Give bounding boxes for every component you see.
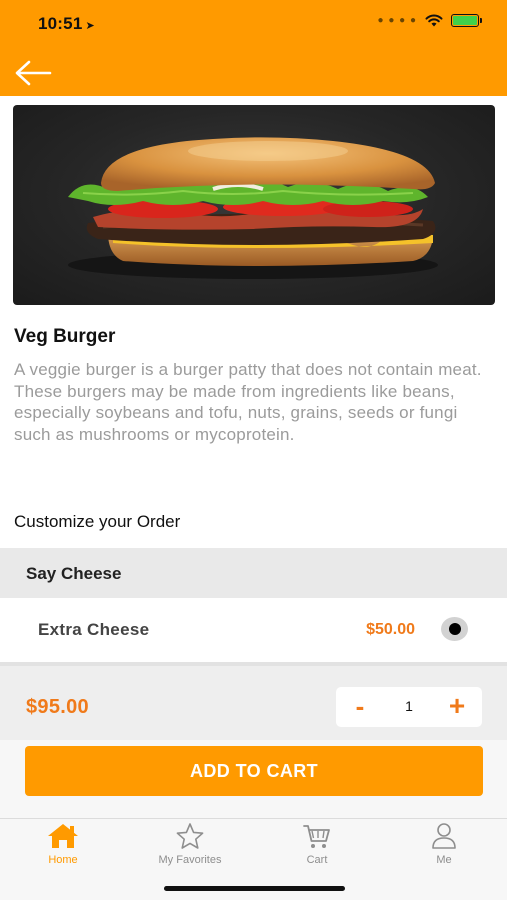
home-icon: [48, 824, 78, 848]
signal-dots-icon: ● ● ● ●: [377, 15, 417, 26]
option-group-header: Say Cheese: [0, 548, 507, 598]
add-to-cart-area: ADD TO CART: [0, 740, 507, 818]
product-image: [13, 105, 495, 305]
radio-selected-dot: [449, 623, 461, 635]
tab-my-favorites[interactable]: My Favorites: [127, 822, 253, 872]
customize-label: Customize your Order: [14, 512, 181, 531]
tab-my-favorites-label: My Favorites: [158, 854, 222, 866]
increase-quantity-button[interactable]: +: [444, 692, 470, 720]
option-group-title: Say Cheese: [26, 564, 122, 583]
option-name: Extra Cheese: [38, 620, 150, 639]
star-icon: [176, 823, 204, 849]
decrease-quantity-button[interactable]: -: [350, 693, 370, 719]
status-bar: 10:51 ➤ ● ● ● ●: [0, 0, 507, 50]
total-price: $95.00: [26, 696, 89, 718]
tab-me-label: Me: [436, 854, 452, 866]
wifi-icon: [425, 14, 443, 27]
quantity-stepper: - 1 +: [336, 687, 482, 727]
status-time: 10:51 ➤: [38, 14, 95, 34]
tab-home-label: Home: [48, 854, 78, 866]
burger-illustration: [68, 137, 438, 279]
person-icon: [432, 823, 456, 849]
back-arrow-icon: [15, 60, 52, 86]
battery-icon: [451, 14, 482, 27]
option-radio-button[interactable]: [441, 617, 468, 641]
quantity-value: 1: [405, 698, 413, 714]
option-row-extra-cheese[interactable]: Extra Cheese $50.00: [0, 598, 507, 662]
product-title: Veg Burger: [14, 326, 116, 347]
add-to-cart-button[interactable]: ADD TO CART: [25, 746, 483, 796]
nav-bar: [0, 50, 507, 96]
tab-cart-label: Cart: [306, 854, 328, 866]
back-button[interactable]: [12, 59, 54, 87]
home-indicator: [164, 886, 345, 891]
option-price: $50.00: [366, 621, 415, 638]
tab-cart[interactable]: Cart: [254, 822, 380, 872]
tab-home[interactable]: Home: [0, 822, 126, 872]
tab-me[interactable]: Me: [381, 822, 507, 872]
status-time-text: 10:51: [38, 14, 83, 33]
product-description: A veggie burger is a burger patty that d…: [14, 360, 482, 444]
cart-icon: [303, 825, 330, 848]
status-indicators: ● ● ● ●: [377, 14, 482, 27]
total-bar: $95.00 - 1 +: [0, 662, 507, 740]
location-arrow-icon: ➤: [85, 20, 95, 32]
